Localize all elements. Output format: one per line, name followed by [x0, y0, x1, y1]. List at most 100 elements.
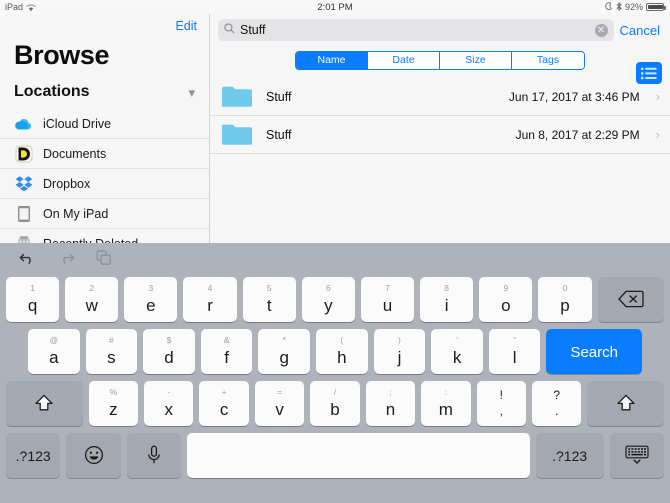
backspace-key[interactable] — [598, 277, 664, 322]
key-alt-label: % — [110, 388, 118, 399]
search-key[interactable]: Search — [546, 329, 641, 374]
key-alt-label: ’ — [456, 336, 458, 347]
key-v[interactable]: =v — [255, 381, 304, 426]
key-main-label: f — [224, 349, 229, 366]
key-main-label: d — [164, 349, 173, 366]
undo-icon[interactable] — [18, 248, 38, 268]
key-main-label: g — [280, 349, 289, 366]
trash-icon — [14, 234, 33, 243]
table-row[interactable]: Stuff Jun 17, 2017 at 3:46 PM › — [210, 78, 670, 116]
key-t[interactable]: 5t — [243, 277, 296, 322]
shift-key-right[interactable] — [587, 381, 664, 426]
page-title: Browse — [0, 38, 209, 75]
key-main-label: w — [86, 297, 98, 314]
keyboard-row-1: 1q 2w 3e 4r 5t 6y 7u 8i 9o 0p — [4, 273, 666, 325]
search-icon — [224, 21, 235, 39]
sidebar-item-dropbox[interactable]: Dropbox — [0, 169, 209, 199]
key-l[interactable]: ”l — [489, 329, 541, 374]
sidebar-item-label: Dropbox — [43, 177, 90, 191]
key-z[interactable]: %z — [89, 381, 138, 426]
key-y[interactable]: 6y — [302, 277, 355, 322]
key-b[interactable]: /b — [310, 381, 359, 426]
documents-app-icon — [14, 144, 33, 163]
paste-icon[interactable] — [94, 248, 114, 268]
key-main-label: y — [324, 297, 333, 314]
icloud-drive-icon — [14, 114, 33, 133]
key-alt-label: ) — [398, 336, 401, 347]
key-main-label: v — [275, 401, 284, 418]
shift-key-left[interactable] — [6, 381, 83, 426]
key-main-label: e — [146, 297, 155, 314]
key-h[interactable]: (h — [316, 329, 368, 374]
key-p[interactable]: 0p — [538, 277, 591, 322]
sidebar-item-on-my-ipad[interactable]: On My iPad — [0, 199, 209, 229]
key-i[interactable]: 8i — [420, 277, 473, 322]
key-c[interactable]: +c — [199, 381, 248, 426]
shift-icon — [34, 393, 54, 413]
redo-icon[interactable] — [56, 248, 76, 268]
scope-segmented-control[interactable]: Name Date Size Tags — [295, 51, 585, 70]
key-main-label: u — [383, 297, 392, 314]
sidebar-edit-row: Edit — [0, 14, 209, 38]
key-period-question[interactable]: ?. — [532, 381, 581, 426]
status-bar: iPad 2:01 PM 92% — [0, 0, 670, 14]
key-x[interactable]: -x — [144, 381, 193, 426]
chevron-right-icon[interactable]: › — [656, 89, 660, 104]
sidebar-item-icloud-drive[interactable]: iCloud Drive — [0, 109, 209, 139]
key-a[interactable]: @a — [28, 329, 80, 374]
key-main-label: r — [207, 297, 213, 314]
key-alt-label: 5 — [267, 284, 272, 295]
scope-segment-tags[interactable]: Tags — [512, 52, 584, 69]
list-view-icon[interactable] — [636, 62, 662, 84]
key-m[interactable]: :m — [421, 381, 470, 426]
chevron-right-icon[interactable]: › — [656, 127, 660, 142]
key-main-label: b — [330, 401, 339, 418]
dictation-key[interactable] — [127, 433, 181, 478]
locations-list: iCloud Drive Documents — [0, 109, 209, 243]
clear-icon[interactable]: ✕ — [595, 24, 608, 37]
battery-icon — [646, 3, 664, 11]
sidebar: Edit Browse Locations ▾ iCloud Drive — [0, 14, 210, 243]
search-input[interactable]: Stuff ✕ — [218, 19, 614, 41]
sidebar-item-label: On My iPad — [43, 207, 108, 221]
key-alt-label: 7 — [385, 284, 390, 295]
key-alt-label: = — [277, 388, 282, 399]
numeric-key-left[interactable]: .?123 — [6, 433, 60, 478]
emoji-key[interactable] — [66, 433, 120, 478]
scope-segment-name[interactable]: Name — [296, 52, 368, 69]
key-alt-label: : — [445, 388, 447, 399]
key-e[interactable]: 3e — [124, 277, 177, 322]
key-q[interactable]: 1q — [6, 277, 59, 322]
spacebar[interactable] — [187, 433, 530, 478]
key-main-label: i — [445, 297, 449, 314]
key-o[interactable]: 9o — [479, 277, 532, 322]
key-u[interactable]: 7u — [361, 277, 414, 322]
edit-button[interactable]: Edit — [175, 19, 197, 33]
status-bar-left: iPad — [0, 2, 210, 12]
key-d[interactable]: $d — [143, 329, 195, 374]
table-row[interactable]: Stuff Jun 8, 2017 at 2:29 PM › — [210, 116, 670, 154]
key-g[interactable]: *g — [258, 329, 310, 374]
key-j[interactable]: )j — [374, 329, 426, 374]
sidebar-item-recently-deleted[interactable]: Recently Deleted — [0, 229, 209, 243]
key-alt-label: ( — [340, 336, 343, 347]
key-n[interactable]: ;n — [366, 381, 415, 426]
scope-segment-date[interactable]: Date — [368, 52, 440, 69]
key-main-label: q — [28, 297, 37, 314]
key-r[interactable]: 4r — [183, 277, 236, 322]
key-f[interactable]: &f — [201, 329, 253, 374]
key-k[interactable]: ’k — [431, 329, 483, 374]
sidebar-item-documents[interactable]: Documents — [0, 139, 209, 169]
key-s[interactable]: #s — [86, 329, 138, 374]
key-comma-exclamation[interactable]: !, — [477, 381, 526, 426]
locations-section-header[interactable]: Locations ▾ — [0, 75, 209, 107]
numeric-key-right[interactable]: .?123 — [536, 433, 604, 478]
key-alt-label: 6 — [326, 284, 331, 295]
dismiss-keyboard-key[interactable] — [610, 433, 664, 478]
scope-segment-size[interactable]: Size — [440, 52, 512, 69]
key-alt-label: - — [167, 388, 170, 399]
cancel-button[interactable]: Cancel — [620, 23, 662, 38]
key-main-label: p — [560, 297, 569, 314]
chevron-down-icon[interactable]: ▾ — [188, 86, 195, 99]
key-w[interactable]: 2w — [65, 277, 118, 322]
